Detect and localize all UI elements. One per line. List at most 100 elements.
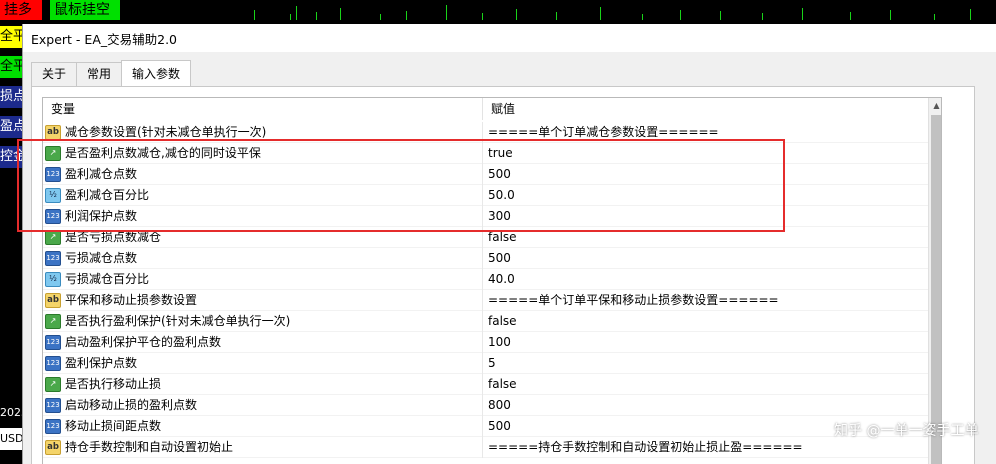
chart-tick xyxy=(482,13,483,20)
chart-tick xyxy=(642,14,643,20)
chart-tick xyxy=(290,14,291,20)
variable-cell: ↗ 是否执行移动止损 xyxy=(43,373,483,395)
column-header-value[interactable]: 赋值 xyxy=(483,98,941,120)
variable-name: 亏损减仓百分比 xyxy=(65,271,150,286)
place-buy-order-button[interactable]: 挂多 xyxy=(0,0,42,20)
value-cell[interactable]: 5 xyxy=(483,353,928,374)
value-cell[interactable]: 800 xyxy=(483,395,928,416)
chart-tick xyxy=(720,11,721,20)
variable-name: 是否盈利点数减仓,减仓的同时设平保 xyxy=(65,145,261,160)
value-cell[interactable]: 50.0 xyxy=(483,185,928,206)
chart-tick xyxy=(380,14,381,20)
chart-tick xyxy=(680,10,681,20)
scroll-up-icon[interactable]: ▲ xyxy=(929,98,941,113)
variable-name: 盈利保护点数 xyxy=(65,355,138,370)
value-cell[interactable]: =====单个订单减仓参数设置====== xyxy=(483,122,928,143)
variable-name: 利润保护点数 xyxy=(65,208,138,223)
chart-tick xyxy=(762,13,763,20)
variable-cell: ↗ 是否盈利点数减仓,减仓的同时设平保 xyxy=(43,142,483,164)
table-header: 变量 赋值 xyxy=(43,98,941,120)
tab-about[interactable]: 关于 xyxy=(31,62,78,86)
take-profit-points-label[interactable]: 盈点 xyxy=(0,116,22,138)
variable-name: 盈利减仓点数 xyxy=(65,166,138,181)
table-row[interactable]: 123 盈利减仓点数 500 xyxy=(43,163,928,185)
variable-cell: 123 亏损减仓点数 xyxy=(43,247,483,269)
variable-name: 启动盈利保护平仓的盈利点数 xyxy=(65,334,222,349)
table-row[interactable]: ab 平保和移动止损参数设置 =====单个订单平保和移动止损参数设置====== xyxy=(43,289,928,311)
screen: { "terminal": { "top_buttons": ["挂多", "鼠… xyxy=(0,0,996,464)
vertical-scrollbar[interactable]: ▲ xyxy=(928,98,941,464)
table-row[interactable]: 123 盈利保护点数 5 xyxy=(43,352,928,374)
table-row[interactable]: ↗ 是否执行盈利保护(针对未减仓单执行一次) false xyxy=(43,310,928,332)
tab-inputs[interactable]: 输入参数 xyxy=(121,60,192,86)
integer-type-icon: 123 xyxy=(45,397,61,413)
variable-cell: ab 减仓参数设置(针对未减仓单执行一次) xyxy=(43,121,483,143)
chart-tick xyxy=(556,12,557,20)
table-row[interactable]: ab 减仓参数设置(针对未减仓单执行一次) =====单个订单减仓参数设置=====… xyxy=(43,121,928,143)
double-type-icon: ½ xyxy=(45,271,61,287)
mouse-sell-order-button[interactable]: 鼠标挂空 xyxy=(50,0,120,20)
chart-tick xyxy=(600,7,601,20)
terminal-side-panel: 全平 全平 损点 盈点 控金 2023 USD xyxy=(0,24,22,464)
value-cell[interactable]: true xyxy=(483,143,928,164)
bool-type-icon: ↗ xyxy=(45,229,61,245)
table-row[interactable]: 123 启动盈利保护平仓的盈利点数 100 xyxy=(43,331,928,353)
money-control-label[interactable]: 控金 xyxy=(0,146,22,168)
tab-common[interactable]: 常用 xyxy=(76,62,123,86)
table-row[interactable]: 123 亏损减仓点数 500 xyxy=(43,247,928,269)
value-cell[interactable]: =====单个订单平保和移动止损参数设置====== xyxy=(483,290,928,311)
integer-type-icon: 123 xyxy=(45,208,61,224)
table-row[interactable]: ↗ 是否执行移动止损 false xyxy=(43,373,928,395)
tab-panel: 变量 赋值 ab 减仓参数设置(针对未减仓单执行一次) =====单个订单减仓参数设… xyxy=(31,86,975,464)
variable-cell: ½ 亏损减仓百分比 xyxy=(43,268,483,290)
value-cell[interactable]: false xyxy=(483,227,928,248)
variable-cell: 123 盈利保护点数 xyxy=(43,352,483,374)
chart-ticks xyxy=(250,0,996,22)
variable-name: 移动止损间距点数 xyxy=(65,418,162,433)
variable-cell: ab 持仓手数控制和自动设置初始止 xyxy=(43,436,483,458)
inputs-table: 变量 赋值 ab 减仓参数设置(针对未减仓单执行一次) =====单个订单减仓参数设… xyxy=(42,97,942,464)
string-type-icon: ab xyxy=(45,292,61,308)
table-row[interactable]: ab 持仓手数控制和自动设置初始止 =====持仓手数控制和自动设置初始止损止盈==… xyxy=(43,436,928,458)
watermark: 知乎 @一单一姿手工单 xyxy=(834,423,979,439)
bool-type-icon: ↗ xyxy=(45,376,61,392)
variable-name: 持仓手数控制和自动设置初始止 xyxy=(65,439,234,454)
value-cell[interactable]: 300 xyxy=(483,206,928,227)
value-cell[interactable]: 500 xyxy=(483,248,928,269)
chart-tick xyxy=(446,5,447,20)
table-row[interactable]: 123 启动移动止损的盈利点数 800 xyxy=(43,394,928,416)
table-row[interactable]: ↗ 是否盈利点数减仓,减仓的同时设平保 true xyxy=(43,142,928,164)
table-row[interactable]: ½ 盈利减仓百分比 50.0 xyxy=(43,184,928,206)
table-row[interactable]: 123 移动止损间距点数 500 xyxy=(43,415,928,437)
variable-cell: 123 盈利减仓点数 xyxy=(43,163,483,185)
integer-type-icon: 123 xyxy=(45,355,61,371)
symbol-tab[interactable]: USD xyxy=(0,428,22,450)
chart-tick xyxy=(802,8,803,20)
table-row[interactable]: ↗ 是否亏损点数减仓 false xyxy=(43,226,928,248)
value-cell[interactable]: 40.0 xyxy=(483,269,928,290)
value-cell[interactable]: false xyxy=(483,311,928,332)
expert-properties-dialog: Expert - EA_交易辅助2.0 关于 常用 输入参数 变量 赋值 ab 减… xyxy=(22,24,996,464)
chart-tick xyxy=(890,10,891,20)
variable-name: 启动移动止损的盈利点数 xyxy=(65,397,198,412)
variable-name: 盈利减仓百分比 xyxy=(65,187,150,202)
chart-tick xyxy=(934,14,935,20)
chart-tick xyxy=(406,11,407,20)
bool-type-icon: ↗ xyxy=(45,313,61,329)
variable-name: 亏损减仓点数 xyxy=(65,250,138,265)
stop-loss-points-label[interactable]: 损点 xyxy=(0,86,22,108)
variable-cell: 123 启动移动止损的盈利点数 xyxy=(43,394,483,416)
scrollbar-thumb[interactable] xyxy=(931,115,941,464)
value-cell[interactable]: false xyxy=(483,374,928,395)
table-row[interactable]: 123 利润保护点数 300 xyxy=(43,205,928,227)
chart-tick xyxy=(316,12,317,20)
value-cell[interactable]: 100 xyxy=(483,332,928,353)
variable-name: 减仓参数设置(针对未减仓单执行一次) xyxy=(65,124,267,139)
value-cell[interactable]: 500 xyxy=(483,164,928,185)
close-all-button[interactable]: 全平 xyxy=(0,26,22,48)
variable-cell: 123 利润保护点数 xyxy=(43,205,483,227)
integer-type-icon: 123 xyxy=(45,250,61,266)
close-all-button-2[interactable]: 全平 xyxy=(0,56,22,78)
column-header-variable[interactable]: 变量 xyxy=(43,98,483,120)
table-row[interactable]: ½ 亏损减仓百分比 40.0 xyxy=(43,268,928,290)
